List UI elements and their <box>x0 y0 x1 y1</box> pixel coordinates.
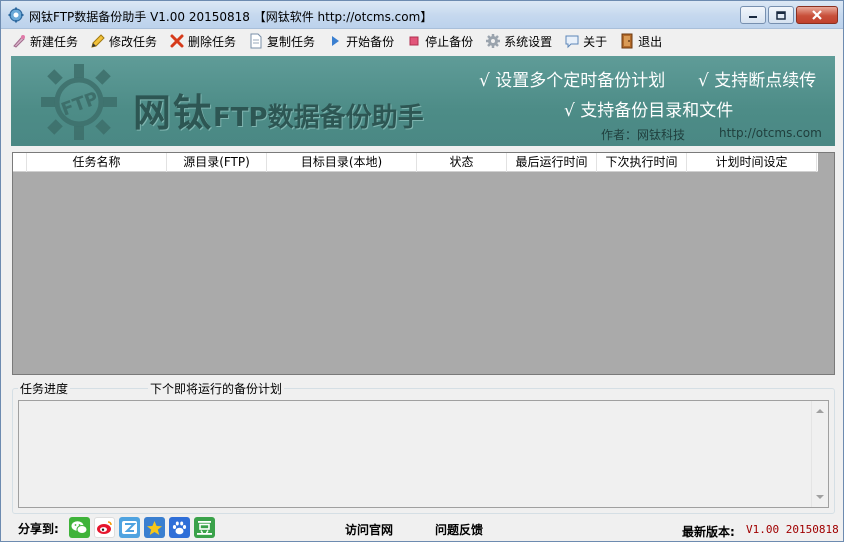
share-icons <box>69 517 219 538</box>
progress-log-textarea[interactable] <box>18 400 829 508</box>
title-bar[interactable]: 网钛FTP数据备份助手 V1.00 20150818 【网钛软件 http://… <box>1 1 843 29</box>
column-header-next-run[interactable]: 下次执行时间 <box>597 153 687 172</box>
copy-task-label: 复制任务 <box>267 34 316 49</box>
delete-task-label: 删除任务 <box>188 34 237 49</box>
app-window: 网钛FTP数据备份助手 V1.00 20150818 【网钛软件 http://… <box>0 0 844 542</box>
start-backup-button[interactable]: 开始备份 <box>321 30 400 52</box>
speech-bubble-icon <box>564 33 580 49</box>
latest-version-value: V1.00 20150818 <box>746 523 839 536</box>
pencil-icon <box>90 33 106 49</box>
about-button[interactable]: 关于 <box>558 30 613 52</box>
banner-url: http://otcms.com <box>719 126 822 140</box>
window-title: 网钛FTP数据备份助手 V1.00 20150818 【网钛软件 http://… <box>29 10 433 24</box>
column-header-schedule[interactable]: 计划时间设定 <box>687 153 817 172</box>
copy-document-icon <box>248 33 264 49</box>
close-button[interactable] <box>796 6 838 24</box>
exit-door-icon <box>619 33 635 49</box>
app-gear-icon <box>8 7 24 23</box>
toolbar: 新建任务 修改任务 删除任务 复制任务 开始备份 停止备份 系统设置 关于 退出 <box>5 29 841 53</box>
stop-icon <box>406 33 422 49</box>
weibo-icon[interactable] <box>94 517 115 538</box>
banner-author: 作者：网钛科技 <box>601 128 686 142</box>
baidu-paw-icon[interactable] <box>169 517 190 538</box>
gear-icon <box>485 33 501 49</box>
delete-x-icon <box>169 33 185 49</box>
header-banner: FTP 网钛FTP数据备份助手 √ 设置多个定时备份计划 √ 支持断点续传 √ … <box>11 56 835 146</box>
log-vertical-scrollbar[interactable] <box>811 401 828 507</box>
about-label: 关于 <box>583 34 608 49</box>
minimize-button[interactable] <box>740 6 766 24</box>
share-label: 分享到: <box>18 522 59 536</box>
column-header-last-run[interactable]: 最后运行时间 <box>507 153 597 172</box>
stop-backup-label: 停止备份 <box>425 34 474 49</box>
edit-task-button[interactable]: 修改任务 <box>84 30 163 52</box>
start-backup-label: 开始备份 <box>346 34 395 49</box>
copy-task-button[interactable]: 复制任务 <box>242 30 321 52</box>
wechat-icon[interactable] <box>69 517 90 538</box>
column-header-target-dir[interactable]: 目标目录(本地) <box>267 153 417 172</box>
delete-task-button[interactable]: 删除任务 <box>163 30 242 52</box>
banner-feature-dirs-files: √ 支持备份目录和文件 <box>564 101 734 121</box>
ftp-gear-logo: FTP <box>41 64 117 140</box>
new-task-label: 新建任务 <box>30 34 79 49</box>
column-header-status[interactable]: 状态 <box>417 153 507 172</box>
system-settings-label: 系统设置 <box>504 34 553 49</box>
maximize-button[interactable] <box>768 6 794 24</box>
scroll-up-arrow-icon[interactable] <box>816 408 824 414</box>
banner-feature-schedules: √ 设置多个定时备份计划 <box>479 71 666 91</box>
system-settings-button[interactable]: 系统设置 <box>479 30 558 52</box>
latest-version-label: 最新版本: <box>682 525 735 539</box>
banner-title-brand: 网钛 <box>133 91 214 135</box>
stop-backup-button[interactable]: 停止备份 <box>400 30 479 52</box>
close-icon <box>812 10 822 20</box>
qq-zone-icon[interactable] <box>119 517 140 538</box>
column-header-source-dir[interactable]: 源目录(FTP) <box>167 153 267 172</box>
row-header-stub <box>13 153 27 172</box>
visit-website-link[interactable]: 访问官网 <box>345 521 393 538</box>
douban-icon[interactable] <box>194 517 215 538</box>
play-icon <box>327 33 343 49</box>
column-header-task-name[interactable]: 任务名称 <box>27 153 167 172</box>
banner-feature-resume: √ 支持断点续传 <box>698 71 817 91</box>
banner-title-product: FTP数据备份助手 <box>213 103 424 133</box>
minimize-icon <box>749 16 757 18</box>
new-task-button[interactable]: 新建任务 <box>5 30 84 52</box>
task-list-header: 任务名称 源目录(FTP) 目标目录(本地) 状态 最后运行时间 下次执行时间 … <box>13 153 818 172</box>
favorites-star-icon[interactable] <box>144 517 165 538</box>
status-bar: 分享到: 访问官网 问题反馈 最新版本: V1.00 20150818 <box>1 515 843 541</box>
exit-label: 退出 <box>638 34 663 49</box>
banner-title: 网钛FTP数据备份助手 <box>133 82 424 137</box>
maximize-icon <box>776 10 786 20</box>
task-list-table[interactable]: 任务名称 源目录(FTP) 目标目录(本地) 状态 最后运行时间 下次执行时间 … <box>12 152 835 375</box>
exit-button[interactable]: 退出 <box>613 30 668 52</box>
next-plan-label: 下个即将运行的备份计划 <box>148 380 285 397</box>
scroll-down-arrow-icon[interactable] <box>816 494 824 500</box>
new-task-icon <box>11 33 27 49</box>
feedback-link[interactable]: 问题反馈 <box>435 521 483 538</box>
edit-task-label: 修改任务 <box>109 34 158 49</box>
task-progress-label: 任务进度 <box>18 380 71 397</box>
